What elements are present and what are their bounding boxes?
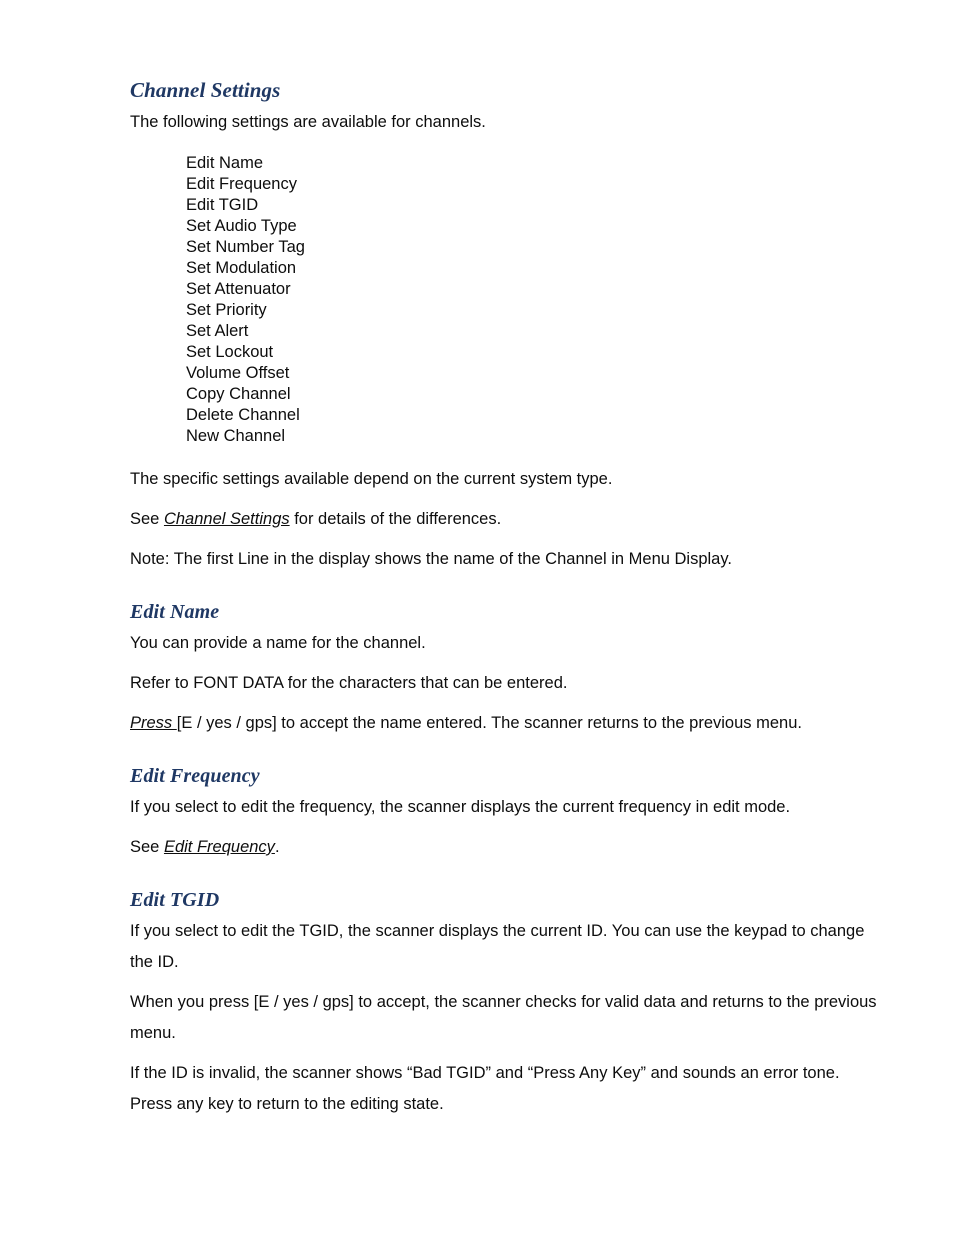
edit-name-paragraph-2: Refer to FONT DATA for the characters th… bbox=[130, 674, 568, 692]
system-type-note: The specific settings available depend o… bbox=[130, 470, 613, 488]
see-prefix: See bbox=[130, 838, 164, 856]
list-item: Copy Channel bbox=[186, 385, 291, 403]
list-item: Set Audio Type bbox=[186, 217, 297, 235]
section-heading-edit-name: Edit Name bbox=[130, 601, 220, 623]
list-item: Edit TGID bbox=[186, 196, 259, 214]
edit-name-paragraph-1: You can provide a name for the channel. bbox=[130, 634, 426, 652]
crossref-press[interactable]: Press bbox=[130, 714, 177, 732]
press-rest-text: [E / yes / gps] to accept the name enter… bbox=[176, 714, 802, 732]
see-suffix: for details of the differences. bbox=[289, 510, 502, 528]
list-item: Edit Frequency bbox=[186, 175, 297, 193]
list-item: Delete Channel bbox=[186, 406, 300, 424]
list-item: Set Attenuator bbox=[186, 280, 291, 298]
see-suffix: . bbox=[274, 838, 280, 856]
page-title: Channel Settings bbox=[130, 78, 281, 102]
list-item: Set Modulation bbox=[186, 259, 297, 277]
section-heading-edit-tgid: Edit TGID bbox=[130, 889, 220, 911]
list-item: Volume Offset bbox=[186, 364, 290, 382]
edit-tgid-paragraph-3: If the ID is invalid, the scanner shows … bbox=[130, 1064, 840, 1113]
menu-display-note: Note: The first Line in the display show… bbox=[130, 550, 732, 568]
see-prefix: See bbox=[130, 510, 164, 528]
edit-frequency-paragraph-1: If you select to edit the frequency, the… bbox=[130, 798, 791, 816]
edit-tgid-paragraph-2: When you press [E / yes / gps] to accept… bbox=[130, 993, 877, 1042]
edit-name-press-paragraph: Press [E / yes / gps] to accept the name… bbox=[130, 708, 880, 739]
document-page: Channel Settings The following settings … bbox=[0, 0, 954, 1235]
edit-tgid-paragraph-1: If you select to edit the TGID, the scan… bbox=[130, 922, 865, 971]
channel-settings-list: Edit Name Edit Frequency Edit TGID Set A… bbox=[130, 153, 880, 447]
section-heading-edit-frequency: Edit Frequency bbox=[130, 765, 260, 787]
list-item: Set Number Tag bbox=[186, 238, 305, 256]
list-item: Edit Name bbox=[186, 154, 264, 172]
list-item: Set Lockout bbox=[186, 343, 274, 361]
crossref-channel-settings[interactable]: Channel Settings bbox=[164, 510, 290, 528]
channel-settings-intro: The following settings are available for… bbox=[130, 113, 486, 131]
list-item: Set Priority bbox=[186, 301, 267, 319]
channel-settings-crossref-paragraph: See Channel Settings for details of the … bbox=[130, 504, 880, 535]
list-item: Set Alert bbox=[186, 322, 249, 340]
list-item: New Channel bbox=[186, 427, 286, 445]
edit-frequency-crossref-paragraph: See Edit Frequency. bbox=[130, 832, 880, 863]
crossref-edit-frequency[interactable]: Edit Frequency bbox=[164, 838, 275, 856]
document-content: Channel Settings The following settings … bbox=[130, 78, 880, 1120]
